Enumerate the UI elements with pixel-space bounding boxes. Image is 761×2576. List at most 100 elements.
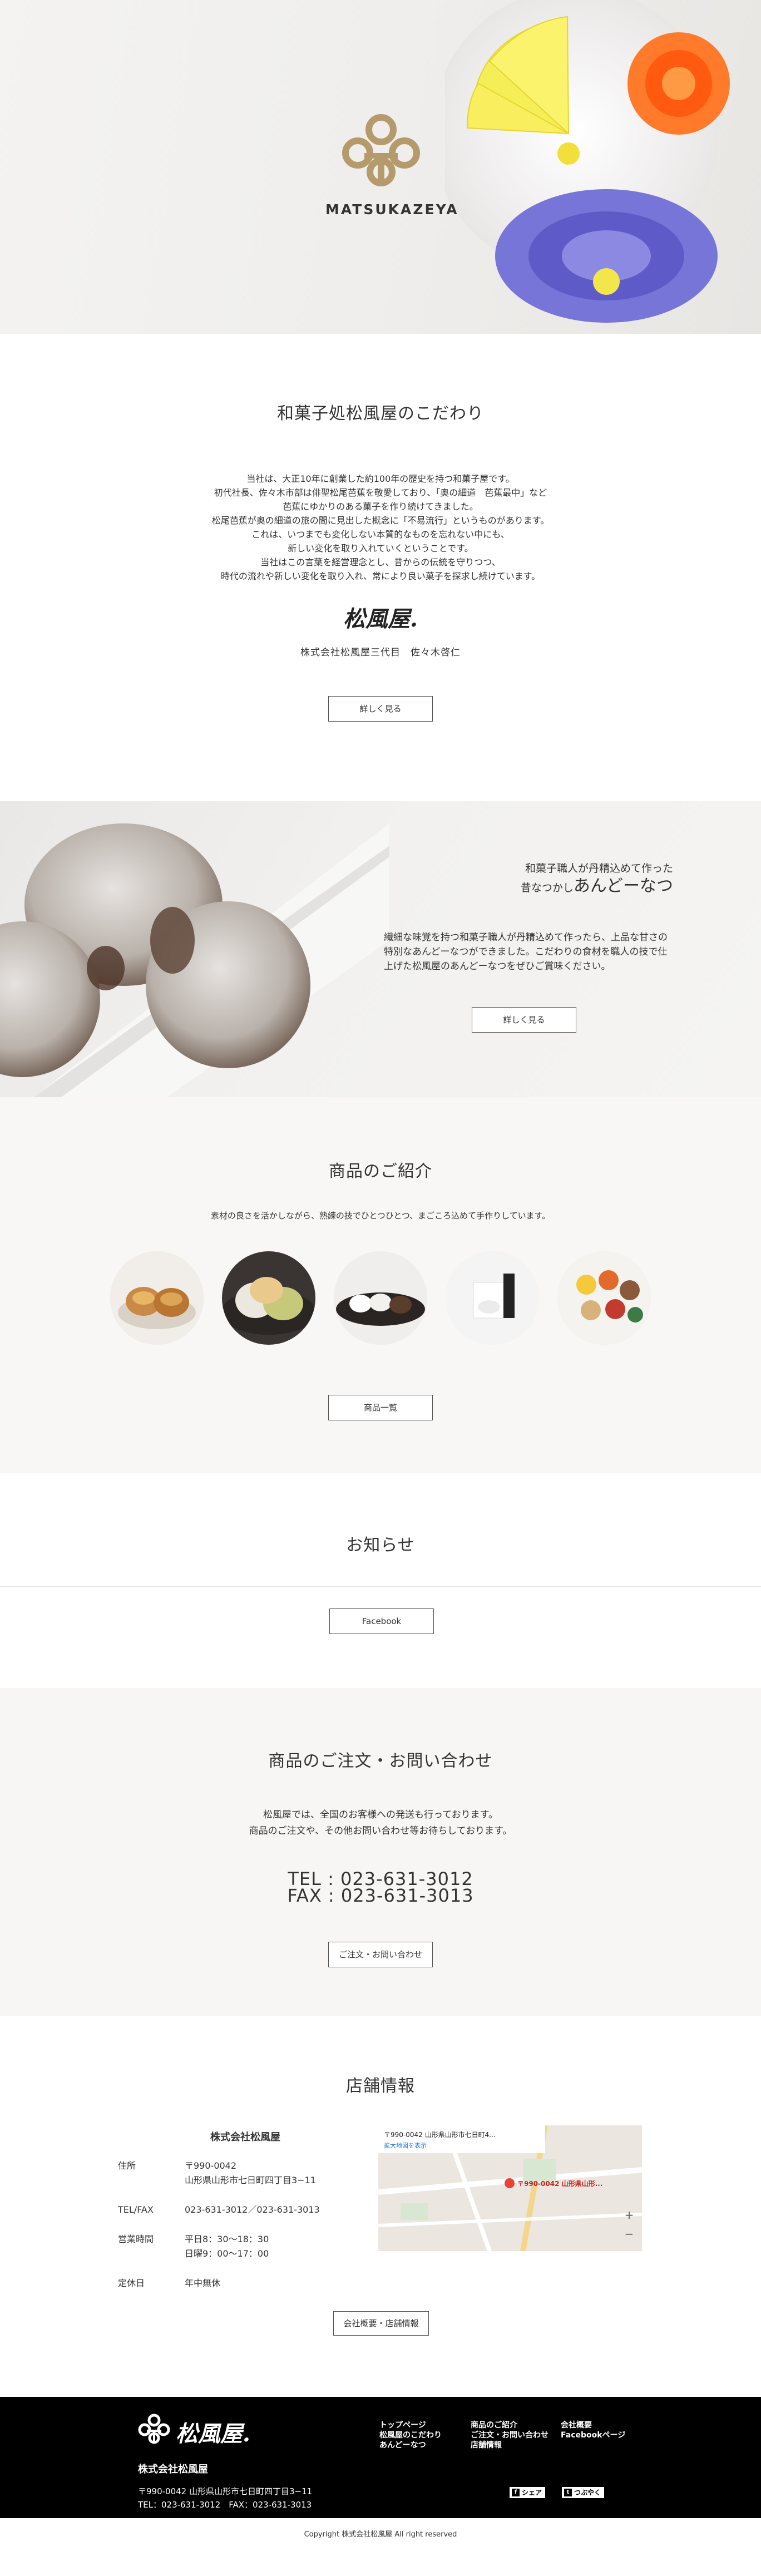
wagashi-image: [445, 0, 730, 323]
contact-phone: TEL : 023-631-3012 FAX : 023-631-3013: [0, 1870, 761, 1906]
footer-address-line: 〒990-0042 山形県山形市七日町四丁目3−11: [138, 2486, 313, 2496]
donut-body: 繊細な味覚を持つ和菓子職人が丹精込めて作ったら、上品な甘さの特別なあんどーなつが…: [384, 932, 668, 972]
about-line: これは、いつまでも変化しない本質的なものを忘れない中にも、: [251, 529, 510, 540]
footer-logo-icon: [138, 2414, 170, 2444]
store-section: 店舗情報 株式会社松風屋 住所 〒990-0042 山形県山形市七日町四丁目3−11…: [0, 2016, 761, 2397]
store-value-line: 日曜9：00～17：00: [185, 2248, 269, 2259]
product-thumb[interactable]: [446, 1251, 539, 1345]
about-line: 芭蕉にゆかりのある菓子を作り続けてきました。: [283, 501, 478, 512]
contact-line: 松風屋では、全国のお客様への発送も行っております。: [263, 1809, 498, 1820]
facebook-share-button[interactable]: f シェア: [510, 2487, 546, 2498]
footer-link[interactable]: ご注文・お問い合わせ: [471, 2430, 548, 2440]
twitter-icon: t: [564, 2489, 572, 2496]
tweet-label: つぶやく: [574, 2489, 601, 2496]
signature-logo: 松風屋.: [343, 606, 418, 632]
donut-catch-big: あんどーなつ: [573, 876, 673, 896]
about-line: 時代の流れや新しい変化を取り入れ、常により良い菓子を探求し続けています。: [220, 571, 541, 581]
store-value-line: 平日8：30～18：30: [185, 2234, 269, 2244]
footer-nav-2: 商品のご紹介 ご注文・お問い合わせ 店舗情報: [471, 2420, 548, 2450]
store-info-table: 住所 〒990-0042 山形県山形市七日町四丁目3−11 TEL/FAX 023-6…: [118, 2159, 320, 2306]
contact-title: 商品のご注文・お問い合わせ: [268, 1751, 493, 1771]
about-text: 当社は、大正10年に創業した約100年の歴史を持つ和菓子屋です。 初代社長、佐々…: [0, 472, 761, 583]
store-value-line: 山形県山形市七日町四丁目3−11: [185, 2175, 316, 2185]
store-row-value: 〒990-0042 山形県山形市七日町四丁目3−11: [185, 2159, 320, 2203]
about-title: 和菓子処松風屋のこだわり: [277, 404, 484, 423]
donut-more-button[interactable]: 詳しく見る: [472, 1007, 576, 1033]
store-row: 定休日 年中無休: [118, 2276, 320, 2306]
footer-address: 〒990-0042 山形県山形市七日町四丁目3−11 TEL：023-631-3…: [138, 2485, 312, 2511]
contact-section: 商品のご注文・お問い合わせ 松風屋では、全国のお客様への発送も行っております。 …: [0, 1688, 761, 2016]
store-value-line: 年中無休: [185, 2278, 221, 2288]
footer-link[interactable]: 会社概要: [561, 2420, 625, 2430]
copyright: Copyright 株式会社松風屋 All right reserved: [304, 2530, 457, 2539]
store-value-line: 023-631-3012／023-631-3013: [185, 2204, 320, 2215]
twitter-tweet-button[interactable]: t つぶやく: [562, 2487, 605, 2498]
zoom-out-button[interactable]: −: [623, 2228, 635, 2240]
contact-fax: FAX : 023-631-3013: [287, 1885, 474, 1906]
about-section: 和菓子処松風屋のこだわり 当社は、大正10年に創業した約100年の歴史を持つ和菓…: [0, 334, 761, 801]
zoom-in-button[interactable]: +: [623, 2209, 635, 2221]
footer-link[interactable]: Facebookページ: [561, 2430, 625, 2440]
about-line: 新しい変化を取り入れていくということです。: [288, 543, 473, 554]
footer-link[interactable]: 松風屋のこだわり: [379, 2430, 442, 2440]
footer-contact-line: TEL：023-631-3012 FAX：023-631-3013: [138, 2500, 312, 2510]
footer-link[interactable]: トップページ: [379, 2420, 442, 2430]
product-list-button[interactable]: 商品一覧: [328, 1395, 433, 1420]
footer: 松風屋. 株式会社松風屋 〒990-0042 山形県山形市七日町四丁目3−11 …: [0, 2397, 761, 2518]
about-line: 当社はこの言葉を経営理念とし、昔からの伝統を守りつつ、: [260, 557, 501, 567]
donut-catch: 和菓子職人が丹精込めて作った 昔なつかしあんどーなつ: [384, 860, 673, 897]
map-pin-label: 〒990-0042 山形県山形...: [517, 2180, 603, 2188]
about-line: 初代社長、佐々木市部は俳聖松尾芭蕉を敬愛しており、「奥の細道 芭蕉最中」など: [214, 487, 547, 498]
facebook-button[interactable]: Facebook: [329, 1608, 434, 1634]
donut-section: 和菓子職人が丹精込めて作った 昔なつかしあんどーなつ 繊細な味覚を持つ和菓子職人…: [0, 801, 761, 1097]
brand-name: MATSUKAZEYA: [325, 201, 459, 218]
store-row-key: 営業時間: [118, 2234, 154, 2244]
news-title: お知らせ: [346, 1536, 415, 1555]
store-map[interactable]: 〒990-0042 山形県山形市七日町4... 拡大地図を表示 〒990-004…: [378, 2125, 642, 2251]
news-section: お知らせ Facebook: [0, 1473, 761, 1688]
footer-logo-text: 松風屋.: [176, 2421, 250, 2447]
company-info-button[interactable]: 会社概要・店舗情報: [333, 2311, 429, 2336]
donut-image: [0, 823, 389, 1097]
president-name: 株式会社松風屋三代目 佐々木啓仁: [300, 647, 461, 658]
footer-nav-1: トップページ 松風屋のこだわり あんどーなつ: [379, 2420, 442, 2450]
footer-link[interactable]: 店舗情報: [471, 2440, 548, 2450]
product-thumb[interactable]: [334, 1251, 427, 1345]
brand-logo-icon: [342, 114, 420, 186]
store-title: 店舗情報: [346, 2076, 415, 2096]
footer-nav-3: 会社概要 Facebookページ: [561, 2420, 625, 2440]
product-thumb[interactable]: [110, 1251, 204, 1345]
products-section: 商品のご紹介 素材の良さを活かしながら、熟練の技でひとつひとつ、まごころ込めて手…: [0, 1097, 761, 1473]
map-address: 〒990-0042 山形県山形市七日町4...: [384, 2131, 496, 2139]
contact-line: 商品のご注文や、その他お問い合わせ等お待ちしております。: [249, 1825, 512, 1837]
products-desc: 素材の良さを活かしながら、熟練の技でひとつひとつ、まごころ込めて手作りしています…: [210, 1211, 551, 1221]
products-title: 商品のご紹介: [329, 1162, 432, 1181]
product-thumb[interactable]: [222, 1251, 315, 1345]
share-label: シェア: [522, 2489, 542, 2496]
facebook-icon: f: [512, 2489, 520, 2496]
map-link[interactable]: 拡大地図を表示: [384, 2141, 427, 2150]
product-thumb[interactable]: [557, 1251, 651, 1345]
contact-text: 松風屋では、全国のお客様への発送も行っております。 商品のご注文や、その他お問い…: [0, 1807, 761, 1839]
store-row-value: 023-631-3012／023-631-3013: [185, 2203, 320, 2232]
store-row-key: 住所: [118, 2160, 136, 2171]
store-row-key: TEL/FAX: [118, 2204, 154, 2215]
footer-link[interactable]: あんどーなつ: [379, 2440, 442, 2450]
contact-button[interactable]: ご注文・お問い合わせ: [328, 1942, 433, 1967]
store-row-value: 年中無休: [185, 2276, 320, 2306]
donut-catch-line1: 和菓子職人が丹精込めて作った: [525, 862, 673, 875]
about-line: 当社は、大正10年に創業した約100年の歴史を持つ和菓子屋です。: [246, 473, 515, 484]
store-value-line: 〒990-0042: [185, 2160, 237, 2171]
store-row: 住所 〒990-0042 山形県山形市七日町四丁目3−11: [118, 2159, 320, 2203]
store-row-key: 定休日: [118, 2278, 145, 2288]
product-thumbnails: [0, 1251, 761, 1345]
store-row: TEL/FAX 023-631-3012／023-631-3013: [118, 2203, 320, 2232]
footer-link[interactable]: 商品のご紹介: [471, 2420, 548, 2430]
store-row: 営業時間 平日8：30～18：30 日曜9：00～17：00: [118, 2232, 320, 2276]
about-line: 松尾芭蕉が奥の細道の旅の間に見出した概念に「不易流行」というものがあります。: [211, 515, 550, 526]
store-company: 株式会社松風屋: [210, 2131, 280, 2143]
donut-catch-small: 昔なつかし: [520, 882, 574, 894]
news-divider: [0, 1586, 761, 1587]
footer-logo[interactable]: 松風屋.: [138, 2414, 260, 2447]
about-more-button[interactable]: 詳しく見る: [328, 696, 433, 722]
